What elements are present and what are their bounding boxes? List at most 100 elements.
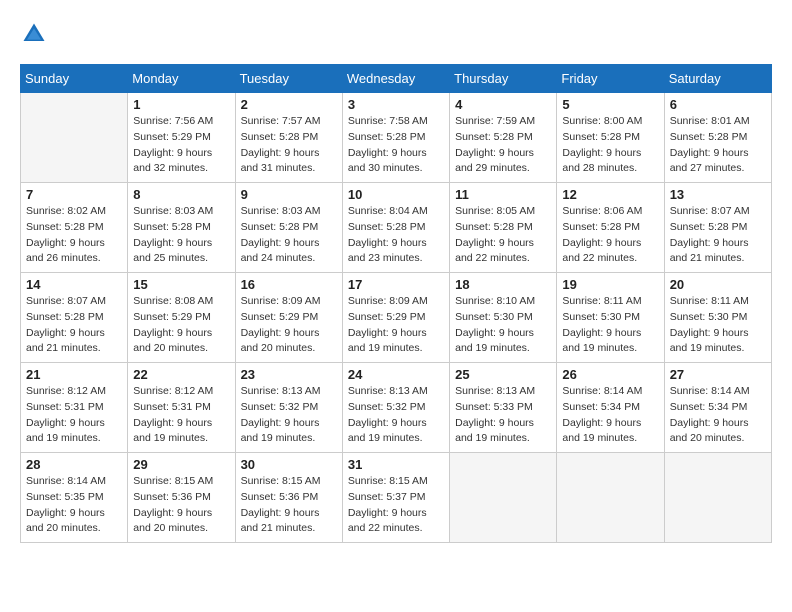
day-info: Sunrise: 8:15 AMSunset: 5:37 PMDaylight:… [348,474,444,537]
calendar-cell: 8 Sunrise: 8:03 AMSunset: 5:28 PMDaylight… [128,183,235,273]
calendar-cell: 3 Sunrise: 7:58 AMSunset: 5:28 PMDaylight… [342,93,449,183]
calendar-cell: 30 Sunrise: 8:15 AMSunset: 5:36 PMDayligh… [235,453,342,543]
calendar-cell [557,453,664,543]
calendar-cell: 1Sunrise: 7:56 AMSunset: 5:29 PMDaylight… [128,93,235,183]
calendar-cell: 14Sunrise: 8:07 AMSunset: 5:28 PMDayligh… [21,273,128,363]
calendar-cell: 11 Sunrise: 8:05 AMSunset: 5:28 PMDayligh… [450,183,557,273]
day-number: 5 [562,97,658,112]
day-info: Sunrise: 8:15 AMSunset: 5:36 PMDaylight:… [133,474,229,537]
calendar-cell: 19Sunrise: 8:11 AMSunset: 5:30 PMDayligh… [557,273,664,363]
calendar-header-row: SundayMondayTuesdayWednesdayThursdayFrid… [21,65,772,93]
day-info: Sunrise: 8:13 AMSunset: 5:32 PMDaylight:… [241,384,337,447]
day-info: Sunrise: 8:12 AMSunset: 5:31 PMDaylight:… [26,384,122,447]
calendar-cell: 29 Sunrise: 8:15 AMSunset: 5:36 PMDayligh… [128,453,235,543]
calendar-cell: 24Sunrise: 8:13 AMSunset: 5:32 PMDayligh… [342,363,449,453]
day-number: 12 [562,187,658,202]
calendar-header-friday: Friday [557,65,664,93]
day-info: Sunrise: 8:04 AMSunset: 5:28 PMDaylight:… [348,204,444,267]
day-number: 8 [133,187,229,202]
day-info: Sunrise: 8:13 AMSunset: 5:33 PMDaylight:… [455,384,551,447]
day-number: 23 [241,367,337,382]
week-row-3: 14Sunrise: 8:07 AMSunset: 5:28 PMDayligh… [21,273,772,363]
day-info: Sunrise: 8:14 AMSunset: 5:34 PMDaylight:… [670,384,766,447]
calendar-cell: 16 Sunrise: 8:09 AMSunset: 5:29 PMDayligh… [235,273,342,363]
calendar-cell [664,453,771,543]
calendar-cell: 9 Sunrise: 8:03 AMSunset: 5:28 PMDaylight… [235,183,342,273]
day-info: Sunrise: 8:09 AMSunset: 5:29 PMDaylight:… [241,294,337,357]
day-info: Sunrise: 8:15 AMSunset: 5:36 PMDaylight:… [241,474,337,537]
day-info: Sunrise: 8:03 AMSunset: 5:28 PMDaylight:… [241,204,337,267]
day-number: 17 [348,277,444,292]
day-info: Sunrise: 8:09 AMSunset: 5:29 PMDaylight:… [348,294,444,357]
day-number: 3 [348,97,444,112]
calendar-cell [21,93,128,183]
week-row-2: 7Sunrise: 8:02 AMSunset: 5:28 PMDaylight… [21,183,772,273]
calendar-cell: 31 Sunrise: 8:15 AMSunset: 5:37 PMDayligh… [342,453,449,543]
header [20,20,772,48]
day-info: Sunrise: 8:07 AMSunset: 5:28 PMDaylight:… [26,294,122,357]
day-info: Sunrise: 8:00 AMSunset: 5:28 PMDaylight:… [562,114,658,177]
day-info: Sunrise: 7:57 AMSunset: 5:28 PMDaylight:… [241,114,337,177]
day-info: Sunrise: 8:11 AMSunset: 5:30 PMDaylight:… [670,294,766,357]
day-number: 13 [670,187,766,202]
calendar: SundayMondayTuesdayWednesdayThursdayFrid… [20,64,772,543]
calendar-cell: 28 Sunrise: 8:14 AMSunset: 5:35 PMDayligh… [21,453,128,543]
day-info: Sunrise: 7:56 AMSunset: 5:29 PMDaylight:… [133,114,229,177]
day-number: 9 [241,187,337,202]
calendar-cell: 7Sunrise: 8:02 AMSunset: 5:28 PMDaylight… [21,183,128,273]
week-row-5: 28 Sunrise: 8:14 AMSunset: 5:35 PMDayligh… [21,453,772,543]
calendar-cell: 18Sunrise: 8:10 AMSunset: 5:30 PMDayligh… [450,273,557,363]
day-number: 26 [562,367,658,382]
calendar-cell: 10 Sunrise: 8:04 AMSunset: 5:28 PMDayligh… [342,183,449,273]
calendar-cell: 2Sunrise: 7:57 AMSunset: 5:28 PMDaylight… [235,93,342,183]
day-info: Sunrise: 8:01 AMSunset: 5:28 PMDaylight:… [670,114,766,177]
day-info: Sunrise: 8:07 AMSunset: 5:28 PMDaylight:… [670,204,766,267]
day-number: 22 [133,367,229,382]
calendar-cell: 22 Sunrise: 8:12 AMSunset: 5:31 PMDayligh… [128,363,235,453]
day-info: Sunrise: 8:10 AMSunset: 5:30 PMDaylight:… [455,294,551,357]
day-info: Sunrise: 8:08 AMSunset: 5:29 PMDaylight:… [133,294,229,357]
logo [20,20,52,48]
day-number: 21 [26,367,122,382]
calendar-cell: 4 Sunrise: 7:59 AMSunset: 5:28 PMDaylight… [450,93,557,183]
day-number: 4 [455,97,551,112]
day-number: 25 [455,367,551,382]
calendar-cell: 20 Sunrise: 8:11 AMSunset: 5:30 PMDayligh… [664,273,771,363]
day-info: Sunrise: 8:02 AMSunset: 5:28 PMDaylight:… [26,204,122,267]
day-info: Sunrise: 8:03 AMSunset: 5:28 PMDaylight:… [133,204,229,267]
day-number: 6 [670,97,766,112]
week-row-4: 21 Sunrise: 8:12 AMSunset: 5:31 PMDayligh… [21,363,772,453]
day-info: Sunrise: 8:12 AMSunset: 5:31 PMDaylight:… [133,384,229,447]
calendar-cell: 21 Sunrise: 8:12 AMSunset: 5:31 PMDayligh… [21,363,128,453]
logo-icon [20,20,48,48]
day-info: Sunrise: 8:13 AMSunset: 5:32 PMDaylight:… [348,384,444,447]
week-row-1: 1Sunrise: 7:56 AMSunset: 5:29 PMDaylight… [21,93,772,183]
day-number: 28 [26,457,122,472]
calendar-cell: 23 Sunrise: 8:13 AMSunset: 5:32 PMDayligh… [235,363,342,453]
day-number: 11 [455,187,551,202]
day-number: 10 [348,187,444,202]
day-info: Sunrise: 7:59 AMSunset: 5:28 PMDaylight:… [455,114,551,177]
calendar-header-thursday: Thursday [450,65,557,93]
day-number: 29 [133,457,229,472]
calendar-cell: 5 Sunrise: 8:00 AMSunset: 5:28 PMDaylight… [557,93,664,183]
day-number: 20 [670,277,766,292]
calendar-cell: 25 Sunrise: 8:13 AMSunset: 5:33 PMDayligh… [450,363,557,453]
calendar-header-tuesday: Tuesday [235,65,342,93]
day-number: 31 [348,457,444,472]
calendar-cell: 27 Sunrise: 8:14 AMSunset: 5:34 PMDayligh… [664,363,771,453]
calendar-cell: 6 Sunrise: 8:01 AMSunset: 5:28 PMDaylight… [664,93,771,183]
day-info: Sunrise: 8:11 AMSunset: 5:30 PMDaylight:… [562,294,658,357]
day-info: Sunrise: 7:58 AMSunset: 5:28 PMDaylight:… [348,114,444,177]
calendar-cell [450,453,557,543]
day-info: Sunrise: 8:14 AMSunset: 5:35 PMDaylight:… [26,474,122,537]
day-number: 27 [670,367,766,382]
day-number: 16 [241,277,337,292]
day-number: 15 [133,277,229,292]
calendar-cell: 26Sunrise: 8:14 AMSunset: 5:34 PMDayligh… [557,363,664,453]
day-info: Sunrise: 8:06 AMSunset: 5:28 PMDaylight:… [562,204,658,267]
day-info: Sunrise: 8:05 AMSunset: 5:28 PMDaylight:… [455,204,551,267]
calendar-cell: 12 Sunrise: 8:06 AMSunset: 5:28 PMDayligh… [557,183,664,273]
calendar-cell: 13 Sunrise: 8:07 AMSunset: 5:28 PMDayligh… [664,183,771,273]
day-number: 30 [241,457,337,472]
